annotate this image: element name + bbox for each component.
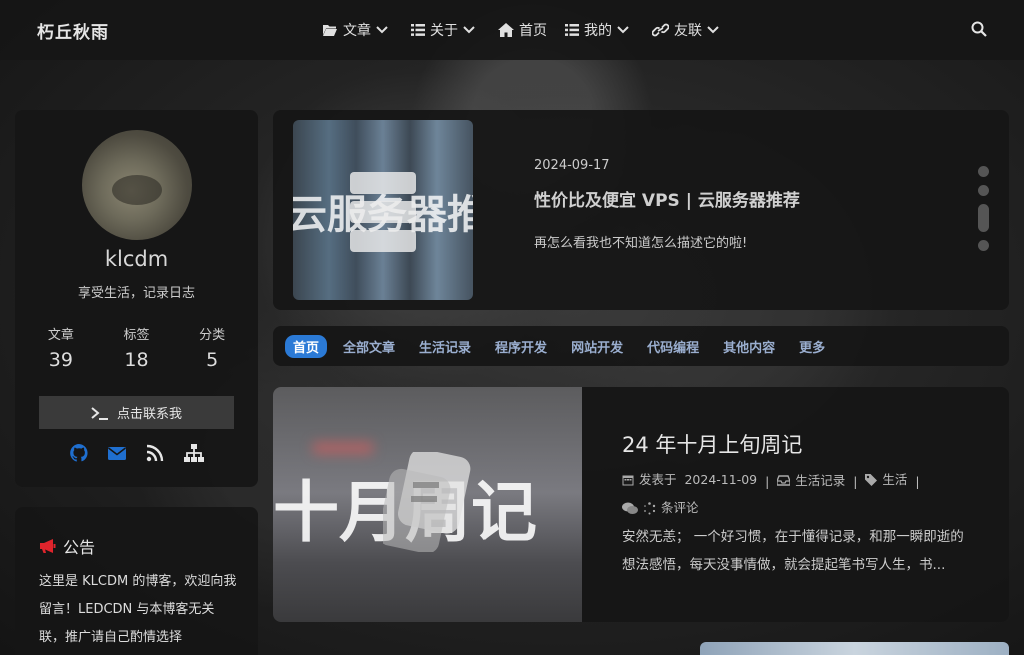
nav-item-friends[interactable]: 友联 — [652, 20, 724, 40]
post-date: 发表于 2024-11-09 — [622, 467, 757, 493]
server-icon — [350, 172, 416, 252]
carousel-dot[interactable] — [978, 166, 989, 177]
featured-post[interactable]: 云服务器推荐 2024-09-17 性价比及便宜 VPS | 云服务器推荐 再怎… — [273, 110, 1009, 310]
top-navbar: 朽丘秋雨 文章 关于 首页 我的 友联 — [0, 0, 1024, 60]
tab-all-articles[interactable]: 全部文章 — [343, 337, 395, 356]
carousel-dot[interactable] — [978, 185, 989, 196]
chevron-down-icon — [376, 26, 388, 34]
list-icon — [565, 24, 579, 36]
folder-open-icon — [323, 25, 337, 36]
loading-spinner-icon — [644, 501, 656, 514]
nav-item-label: 文章 — [343, 23, 371, 39]
post-category[interactable]: 生活记录 — [777, 468, 845, 494]
tab-program-dev[interactable]: 程序开发 — [495, 337, 547, 356]
inbox-icon — [777, 475, 791, 486]
category-tabs: 首页 全部文章 生活记录 程序开发 网站开发 代码编程 其他内容 更多 — [273, 326, 1009, 366]
stat-articles[interactable]: 文章 39 — [26, 324, 96, 371]
carousel-dot-active[interactable] — [978, 204, 989, 232]
search-button[interactable] — [971, 21, 987, 41]
profile-card: klcdm 享受生活，记录日志 文章 39 标签 18 分类 5 点击联系我 — [15, 110, 258, 487]
stat-tags[interactable]: 标签 18 — [101, 324, 171, 371]
tab-home[interactable]: 首页 — [285, 334, 328, 358]
nav-menu: 文章 关于 首页 我的 友联 — [322, 0, 742, 60]
stat-label: 标签 — [123, 328, 150, 343]
nav-item-home[interactable]: 首页 — [498, 20, 547, 40]
envelope-icon[interactable] — [107, 443, 127, 463]
carousel-dot[interactable] — [978, 240, 989, 251]
post-title[interactable]: 24 年十月上旬周记 — [622, 429, 802, 459]
stat-value: 39 — [48, 349, 73, 371]
comments-icon — [622, 502, 638, 514]
notice-card: 公告 这里是 KLCDM 的博客，欢迎向我留言！LEDCDN 与本博客无关联，推… — [15, 507, 258, 655]
post-thumbnail[interactable]: 十月周记 — [273, 387, 582, 622]
post-tag[interactable]: 生活 — [865, 467, 907, 493]
github-icon[interactable] — [69, 443, 89, 463]
avatar[interactable] — [82, 130, 192, 240]
post-summary: 安然无恙； 一个好习惯，在于懂得记录，和那一瞬即逝的想法感悟，每天没事情做，就会… — [622, 529, 964, 573]
nav-item-label: 首页 — [519, 23, 547, 39]
stat-label: 文章 — [47, 328, 74, 343]
next-post-thumbnail[interactable] — [700, 642, 1009, 655]
profile-stats: 文章 39 标签 18 分类 5 — [15, 324, 258, 371]
stat-value: 18 — [124, 349, 149, 371]
tab-life[interactable]: 生活记录 — [419, 337, 471, 356]
post-tag-label: 生活 — [882, 472, 908, 487]
chevron-down-icon — [463, 26, 475, 34]
notice-title: 公告 — [63, 538, 96, 557]
stat-value: 5 — [206, 349, 219, 371]
published-label: 发表于 — [639, 472, 677, 487]
comments-label: 条评论 — [661, 500, 699, 515]
tab-web-dev[interactable]: 网站开发 — [571, 337, 623, 356]
site-brand[interactable]: 朽丘秋雨 — [37, 18, 109, 43]
post-category-label: 生活记录 — [795, 472, 846, 488]
nav-item-label: 关于 — [430, 23, 458, 39]
stat-categories[interactable]: 分类 5 — [177, 324, 247, 371]
rss-icon[interactable] — [145, 443, 165, 463]
featured-post-date: 2024-09-17 — [534, 158, 610, 173]
nav-item-articles[interactable]: 文章 — [322, 20, 393, 40]
post-card: 十月周记 24 年十月上旬周记 发表于 2024-11-09 | 生活记录 | … — [273, 387, 1009, 622]
featured-post-summary: 再怎么看我也不知道怎么描述它的啦! — [534, 236, 748, 251]
link-icon — [652, 23, 669, 37]
tab-coding[interactable]: 代码编程 — [647, 337, 699, 356]
nav-item-label: 友联 — [674, 23, 702, 39]
featured-post-image[interactable]: 云服务器推荐 — [293, 120, 473, 300]
profile-description: 享受生活，记录日志 — [77, 286, 195, 301]
tab-more[interactable]: 更多 — [799, 337, 825, 356]
post-meta: 发表于 2024-11-09 | 生活记录 | 生活 | 条评论 — [622, 467, 972, 524]
nav-item-about[interactable]: 关于 — [411, 20, 480, 40]
published-date: 2024-11-09 — [684, 472, 758, 487]
contact-button[interactable]: 点击联系我 — [39, 396, 234, 429]
post-comments[interactable]: 条评论 — [622, 495, 699, 521]
terminal-icon — [91, 406, 108, 420]
notice-heading: 公告 — [39, 534, 95, 558]
tab-other[interactable]: 其他内容 — [723, 337, 775, 356]
notice-text: 这里是 KLCDM 的博客，欢迎向我留言！LEDCDN 与本博客无关联，推广请自… — [39, 574, 237, 645]
chevron-down-icon — [707, 26, 719, 34]
list-icon — [411, 24, 425, 36]
featured-post-title[interactable]: 性价比及便宜 VPS | 云服务器推荐 — [534, 186, 800, 211]
search-icon — [971, 21, 987, 37]
chevron-down-icon — [617, 26, 629, 34]
bullhorn-icon — [40, 539, 56, 553]
social-links — [15, 443, 258, 463]
carousel-indicators — [978, 166, 990, 259]
sitemap-icon[interactable] — [183, 443, 205, 463]
calendar-icon — [622, 475, 634, 486]
nav-item-mine[interactable]: 我的 — [565, 20, 634, 40]
home-icon — [498, 23, 514, 37]
profile-name: klcdm — [104, 247, 169, 271]
tag-icon — [865, 474, 878, 486]
contact-label: 点击联系我 — [116, 407, 182, 422]
notebook-icon — [383, 452, 471, 552]
stat-label: 分类 — [199, 328, 226, 343]
nav-item-label: 我的 — [584, 23, 612, 39]
